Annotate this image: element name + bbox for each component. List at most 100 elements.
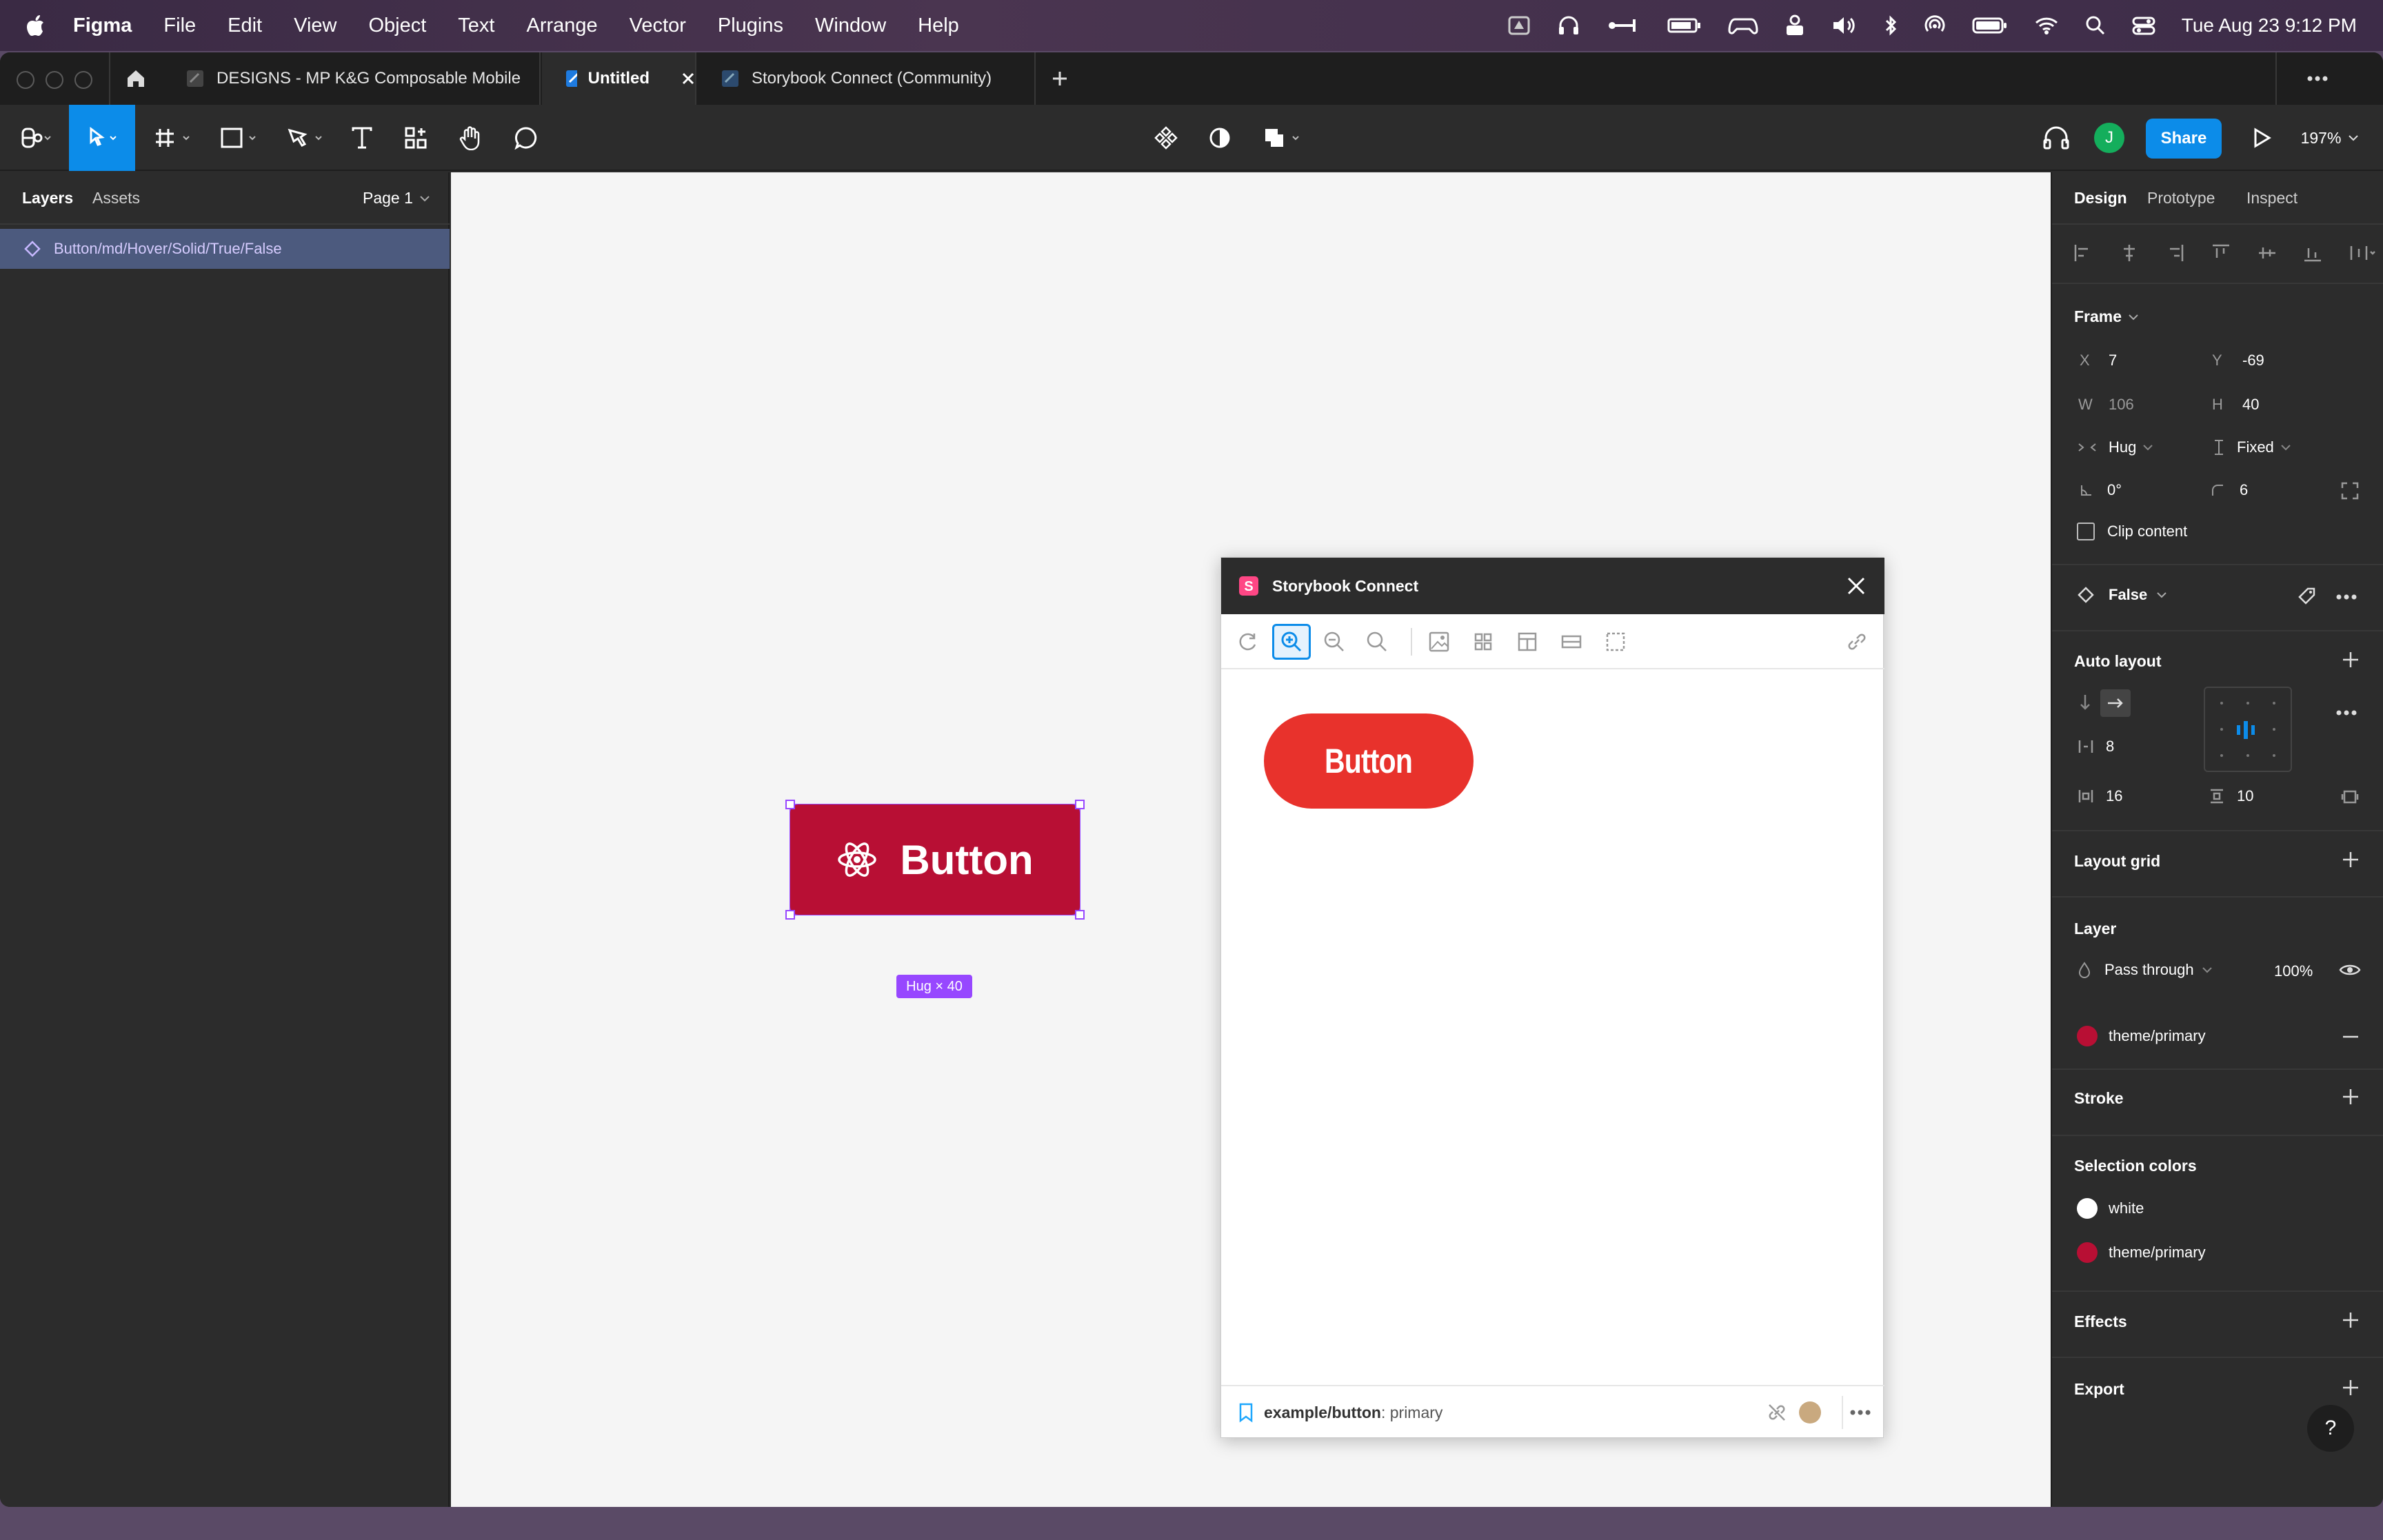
link-icon[interactable] [1843, 628, 1871, 656]
menu-file[interactable]: File [163, 14, 196, 37]
resize-handle[interactable] [1075, 800, 1085, 809]
background-icon[interactable] [1425, 628, 1453, 656]
shape-tool-button[interactable] [212, 105, 268, 171]
avatar[interactable]: J [2093, 105, 2125, 171]
move-tool-button[interactable] [69, 105, 135, 171]
canvas[interactable]: Button Hug × 40 S Storybook Connect Butt… [451, 172, 2051, 1507]
selection-color-row[interactable]: theme/primary [2077, 1242, 2206, 1263]
key-icon[interactable] [1607, 15, 1641, 36]
tab-inspect[interactable]: Inspect [2246, 189, 2297, 207]
measure-icon[interactable] [1558, 628, 1585, 656]
component-button[interactable] [1149, 105, 1183, 171]
menu-plugins[interactable]: Plugins [718, 14, 783, 37]
opacity-input[interactable]: 100% [2274, 962, 2313, 980]
align-left-icon[interactable] [2073, 243, 2093, 263]
volume-icon[interactable] [1831, 15, 1858, 36]
item-spacing-input[interactable]: 8 [2077, 738, 2114, 756]
airdrop-icon[interactable] [1924, 14, 1946, 37]
main-menu-button[interactable] [8, 105, 63, 171]
drive-icon[interactable] [1507, 15, 1531, 36]
more-icon[interactable] [1850, 1410, 1871, 1415]
resize-handle[interactable] [1075, 910, 1085, 920]
menu-view[interactable]: View [294, 14, 336, 37]
more-icon[interactable] [2336, 710, 2357, 716]
add-layout-grid-icon[interactable] [2342, 851, 2360, 869]
more-icon[interactable] [2336, 594, 2357, 600]
zoom-dropdown[interactable]: 197% [2289, 105, 2372, 171]
independent-padding-icon[interactable] [2340, 787, 2360, 807]
wifi-icon[interactable] [2034, 16, 2059, 35]
audio-button[interactable] [2035, 105, 2077, 171]
user-avatar[interactable] [1799, 1401, 1821, 1424]
y-input[interactable]: -69 [2242, 352, 2264, 369]
canvas-button[interactable]: Button [790, 804, 1080, 915]
tab-layers[interactable]: Layers [22, 189, 73, 207]
lock-person-icon[interactable] [1784, 14, 1805, 37]
gamepad-icon[interactable] [1728, 15, 1758, 36]
control-center-icon[interactable] [2132, 16, 2155, 35]
alignment-grid[interactable] [2204, 687, 2292, 772]
vertical-padding-input[interactable]: 10 [2208, 787, 2253, 805]
app-menu-figma[interactable]: Figma [73, 14, 132, 37]
new-tab-button[interactable] [1043, 52, 1077, 105]
h-input[interactable]: 40 [2242, 396, 2259, 414]
horizontal-resizing-dropdown[interactable]: Hug [2077, 438, 2154, 456]
zoom-in-icon[interactable] [1272, 624, 1311, 660]
mask-button[interactable] [1203, 105, 1237, 171]
checkbox[interactable] [2077, 523, 2095, 540]
home-button[interactable] [110, 52, 161, 105]
align-right-icon[interactable] [2164, 243, 2185, 263]
fill-style-row[interactable]: theme/primary [2077, 1026, 2206, 1046]
zoom-reset-icon[interactable] [1363, 628, 1391, 656]
boolean-button[interactable] [1259, 105, 1307, 171]
battery-icon[interactable] [1972, 16, 2008, 35]
resize-handle[interactable] [785, 800, 795, 809]
present-button[interactable] [2244, 105, 2280, 171]
menu-edit[interactable]: Edit [228, 14, 262, 37]
color-swatch[interactable] [2077, 1198, 2098, 1219]
more-options-button[interactable] [2293, 52, 2342, 105]
color-swatch[interactable] [2077, 1026, 2098, 1046]
align-bottom-icon[interactable] [2302, 243, 2323, 263]
grid-icon[interactable] [1469, 628, 1497, 656]
tab-assets[interactable]: Assets [92, 189, 140, 207]
share-button[interactable]: Share [2146, 119, 2222, 159]
color-swatch[interactable] [2077, 1242, 2098, 1263]
pen-tool-button[interactable] [279, 105, 334, 171]
clip-content-checkbox[interactable]: Clip content [2077, 523, 2187, 540]
direction-vertical-icon[interactable] [2077, 692, 2093, 713]
hand-tool-button[interactable] [454, 105, 488, 171]
blend-mode-dropdown[interactable]: Pass through [2077, 961, 2213, 979]
menu-help[interactable]: Help [918, 14, 959, 37]
text-tool-button[interactable] [345, 105, 379, 171]
zoom-window-button[interactable] [74, 71, 92, 89]
add-effect-icon[interactable] [2342, 1311, 2360, 1329]
comment-tool-button[interactable] [509, 105, 543, 171]
refresh-icon[interactable] [1234, 628, 1261, 656]
close-window-button[interactable] [17, 71, 34, 89]
menu-text[interactable]: Text [458, 14, 494, 37]
tab-designs[interactable]: DESIGNS - MP K&G Composable Mobile [163, 52, 541, 105]
remove-fill-icon[interactable] [2342, 1035, 2360, 1038]
tab-design[interactable]: Design [2074, 189, 2127, 207]
align-top-icon[interactable] [2211, 243, 2231, 263]
vertical-resizing-dropdown[interactable]: Fixed [2212, 438, 2292, 456]
apple-icon[interactable] [26, 14, 46, 37]
menu-window[interactable]: Window [815, 14, 886, 37]
add-auto-layout-icon[interactable] [2342, 651, 2360, 669]
align-center-h-icon[interactable] [2119, 243, 2140, 263]
corner-radius-input[interactable]: 6 [2211, 481, 2248, 499]
outline-icon[interactable] [1602, 628, 1629, 656]
horizontal-padding-input[interactable]: 16 [2077, 787, 2122, 805]
clock[interactable]: Tue Aug 23 9:12 PM [2182, 14, 2357, 37]
menu-vector[interactable]: Vector [630, 14, 686, 37]
bluetooth-icon[interactable] [1884, 14, 1898, 37]
battery-menu-icon[interactable] [1667, 15, 1702, 36]
frame-dropdown[interactable]: Frame [2074, 307, 2140, 326]
selection-color-row[interactable]: white [2077, 1198, 2144, 1219]
page-selector[interactable]: Page 1 [363, 189, 431, 207]
add-export-icon[interactable] [2342, 1379, 2360, 1397]
zoom-out-icon[interactable] [1320, 628, 1348, 656]
frame-tool-button[interactable] [146, 105, 201, 171]
eye-icon[interactable] [2339, 962, 2361, 977]
